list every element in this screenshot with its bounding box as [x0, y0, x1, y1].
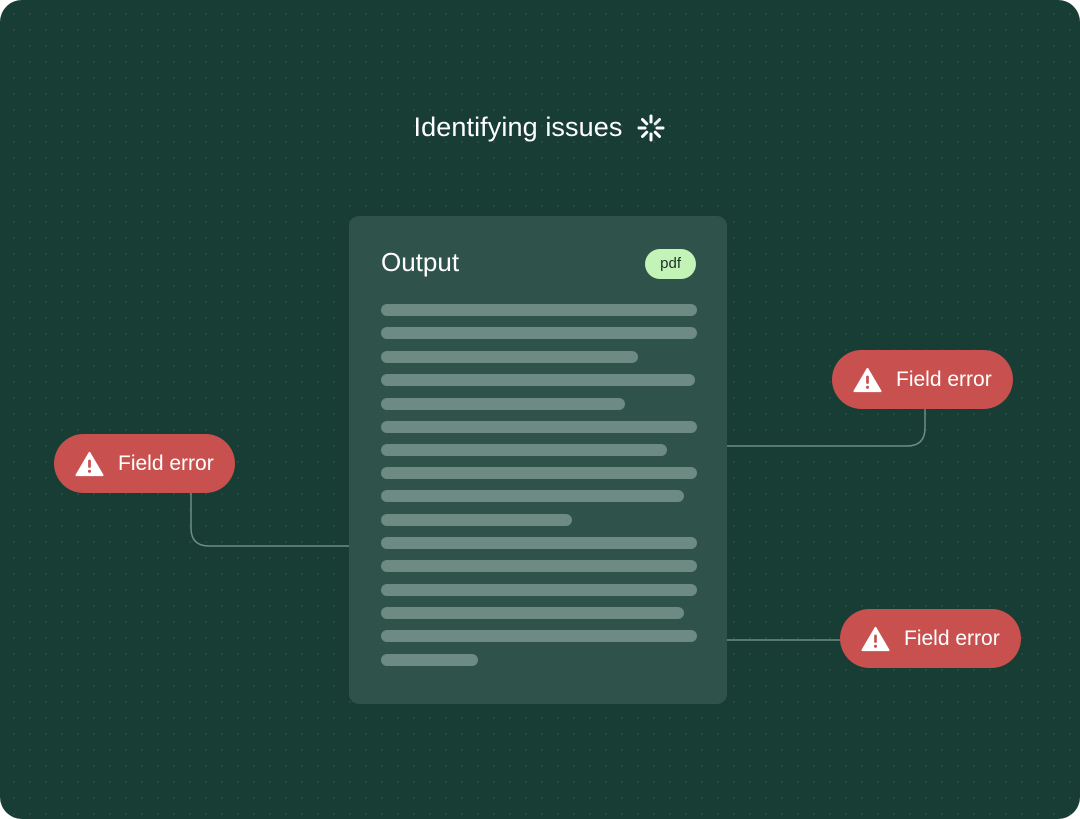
content-line	[381, 327, 697, 339]
content-line	[381, 630, 697, 642]
field-error-badge-left[interactable]: Field error	[54, 434, 235, 493]
content-line	[381, 351, 638, 363]
content-line	[381, 514, 572, 526]
document-content	[381, 304, 697, 674]
field-error-label: Field error	[118, 451, 214, 475]
document-title: Output	[381, 247, 460, 277]
content-line	[381, 304, 697, 316]
connector-right-top	[727, 409, 926, 447]
canvas: Identifying issues Output pdf Field erro…	[0, 0, 1080, 819]
content-line	[381, 584, 697, 596]
warning-icon	[861, 626, 890, 651]
output-document-card[interactable]: Output pdf	[349, 216, 727, 704]
content-line	[381, 607, 684, 619]
content-line	[381, 444, 667, 456]
content-line	[381, 490, 684, 502]
warning-icon	[75, 451, 104, 476]
field-error-label: Field error	[896, 367, 992, 391]
warning-icon	[853, 367, 882, 392]
file-format-badge: pdf	[645, 249, 696, 279]
content-line	[381, 421, 697, 433]
field-error-badge-right-bottom[interactable]: Field error	[840, 609, 1021, 668]
connector-left	[190, 493, 349, 547]
content-line	[381, 398, 625, 410]
field-error-label: Field error	[904, 626, 1000, 650]
field-error-badge-right-top[interactable]: Field error	[832, 350, 1013, 409]
content-line	[381, 467, 697, 479]
content-line	[381, 374, 695, 386]
content-line	[381, 654, 478, 666]
content-line	[381, 560, 697, 572]
content-line	[381, 537, 697, 549]
